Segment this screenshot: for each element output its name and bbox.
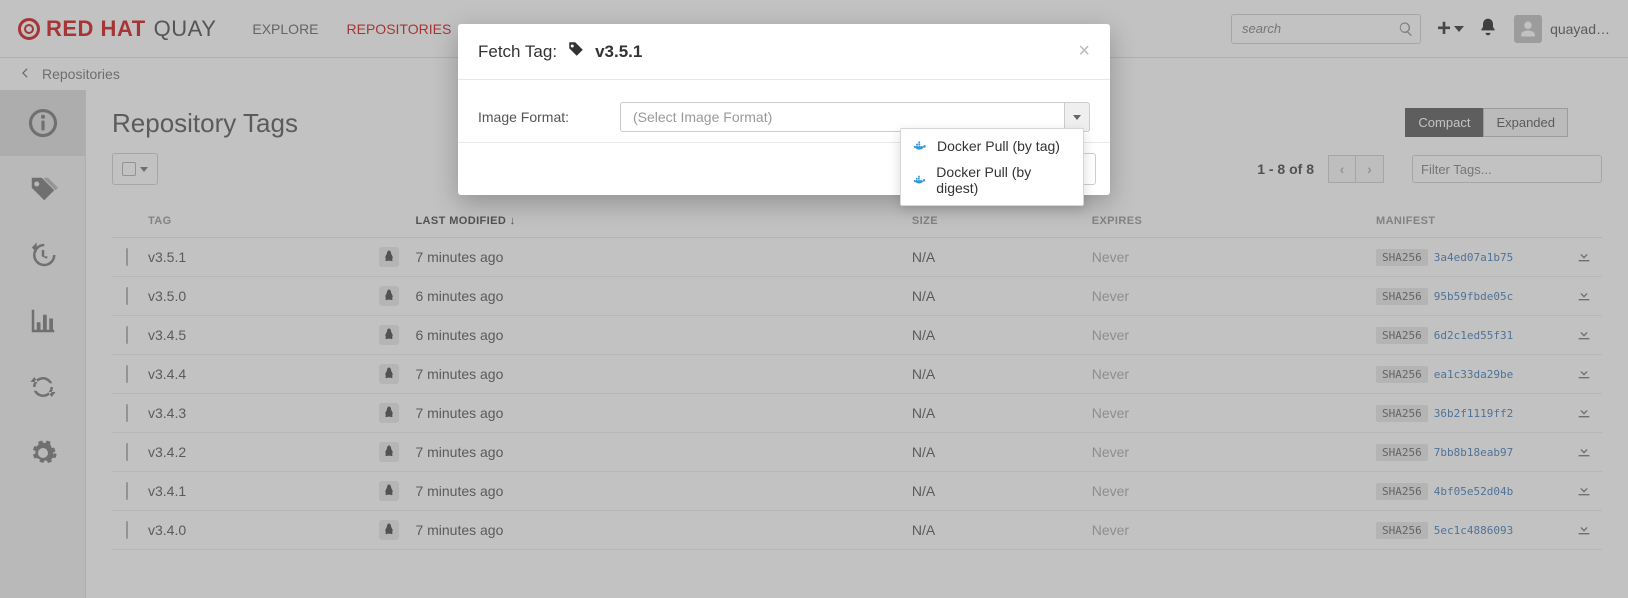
image-format-dropdown: Docker Pull (by tag) Docker Pull (by dig… [900, 128, 1084, 206]
modal-tag-name: v3.5.1 [595, 42, 642, 62]
image-format-label: Image Format: [478, 109, 588, 125]
tag-icon [567, 40, 585, 63]
docker-icon [913, 174, 928, 186]
chevron-down-icon [1073, 115, 1081, 120]
format-option-docker-digest[interactable]: Docker Pull (by digest) [901, 159, 1083, 201]
modal-title-prefix: Fetch Tag: [478, 42, 557, 62]
modal-close-x[interactable]: × [1078, 40, 1090, 63]
format-option-docker-tag[interactable]: Docker Pull (by tag) [901, 133, 1083, 159]
docker-icon [913, 140, 929, 152]
